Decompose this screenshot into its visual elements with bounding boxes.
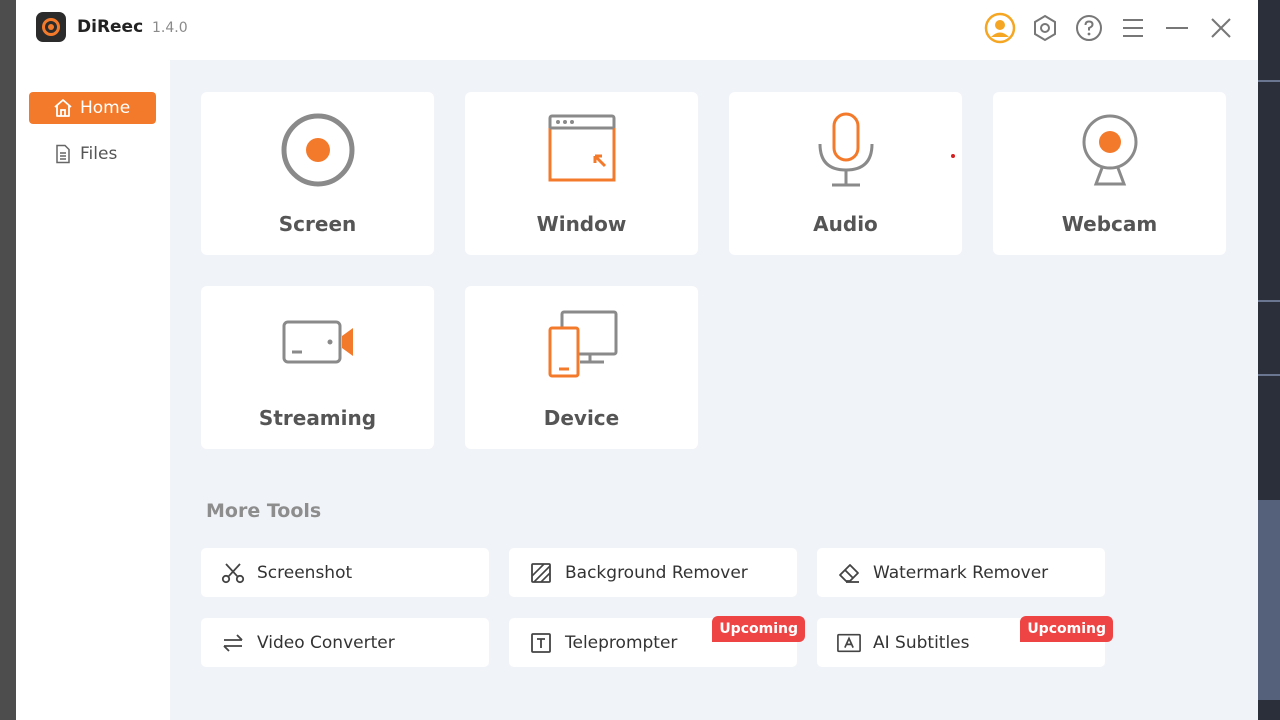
streaming-record-card[interactable]: Streaming bbox=[201, 286, 434, 449]
tool-label: Teleprompter bbox=[565, 632, 678, 653]
more-tools-heading: More Tools bbox=[206, 500, 322, 522]
card-label: Streaming bbox=[258, 406, 377, 430]
card-label: Device bbox=[543, 406, 620, 430]
card-label: Webcam bbox=[1061, 212, 1158, 236]
app-logo-icon bbox=[36, 12, 66, 42]
streaming-camera-icon bbox=[282, 320, 353, 364]
tool-label: Background Remover bbox=[565, 562, 748, 583]
user-avatar-icon bbox=[984, 12, 1016, 44]
card-label: Window bbox=[536, 212, 627, 236]
tool-label: Video Converter bbox=[257, 632, 395, 653]
background-remover-tool-button[interactable]: Background Remover bbox=[509, 548, 797, 597]
device-record-card[interactable]: Device bbox=[465, 286, 698, 449]
upcoming-badge: Upcoming bbox=[712, 616, 805, 642]
help-button[interactable] bbox=[1072, 12, 1106, 44]
sidebar-item-files[interactable]: Files bbox=[29, 138, 156, 170]
sidebar: Home Files bbox=[16, 60, 170, 720]
settings-icon bbox=[1034, 14, 1056, 42]
screenshot-tool-button[interactable]: Screenshot bbox=[201, 548, 489, 597]
background-remover-icon bbox=[531, 562, 551, 583]
main-content: Screen Window Audio Webcam Streaming Dev… bbox=[170, 60, 1258, 720]
sidebar-item-home[interactable]: Home bbox=[29, 92, 156, 124]
desktop-background-right bbox=[1258, 0, 1280, 720]
tool-label: Screenshot bbox=[257, 562, 353, 583]
desktop-background-left bbox=[0, 0, 16, 720]
app-version: 1.4.0 bbox=[152, 20, 188, 36]
window-icon bbox=[548, 114, 615, 182]
upcoming-badge: Upcoming bbox=[1020, 616, 1113, 642]
minimize-icon bbox=[1166, 27, 1188, 29]
teleprompter-tool-button[interactable]: Teleprompter Upcoming bbox=[509, 616, 805, 667]
screen-record-icon bbox=[281, 113, 354, 187]
audio-record-card[interactable]: Audio bbox=[729, 92, 962, 255]
watermark-remover-tool-button[interactable]: Watermark Remover bbox=[817, 548, 1105, 597]
file-icon bbox=[56, 144, 70, 164]
sidebar-item-label: Files bbox=[80, 144, 118, 164]
title-bar: DiReec 1.4.0 bbox=[16, 0, 1258, 60]
help-icon bbox=[1076, 15, 1102, 41]
tool-label: AI Subtitles bbox=[873, 632, 970, 653]
indicator-dot bbox=[951, 154, 955, 158]
eraser-icon bbox=[839, 563, 859, 583]
close-icon bbox=[1211, 18, 1231, 38]
sidebar-item-label: Home bbox=[80, 98, 131, 118]
webcam-icon bbox=[1082, 114, 1137, 186]
microphone-icon bbox=[818, 112, 873, 187]
app-window: DiReec 1.4.0 Home Files Screen Window Au… bbox=[16, 0, 1258, 720]
subtitles-icon bbox=[837, 633, 861, 652]
settings-button[interactable] bbox=[1028, 12, 1062, 44]
card-label: Audio bbox=[813, 212, 878, 236]
video-converter-tool-button[interactable]: Video Converter bbox=[201, 618, 489, 667]
screen-record-card[interactable]: Screen bbox=[201, 92, 434, 255]
close-button[interactable] bbox=[1204, 12, 1238, 44]
tool-label: Watermark Remover bbox=[873, 562, 1049, 583]
app-name: DiReec bbox=[77, 17, 144, 37]
home-icon bbox=[54, 99, 72, 117]
card-label: Screen bbox=[278, 212, 357, 236]
teleprompter-icon bbox=[531, 632, 551, 653]
ai-subtitles-tool-button[interactable]: AI Subtitles Upcoming bbox=[817, 616, 1113, 667]
convert-arrows-icon bbox=[223, 633, 243, 652]
account-button[interactable] bbox=[983, 12, 1017, 44]
webcam-record-card[interactable]: Webcam bbox=[993, 92, 1226, 255]
device-icon bbox=[548, 310, 617, 378]
minimize-button[interactable] bbox=[1160, 12, 1194, 44]
hamburger-menu-icon bbox=[1123, 19, 1143, 37]
window-record-card[interactable]: Window bbox=[465, 92, 698, 255]
scissors-icon bbox=[221, 562, 245, 583]
menu-button[interactable] bbox=[1116, 12, 1150, 44]
